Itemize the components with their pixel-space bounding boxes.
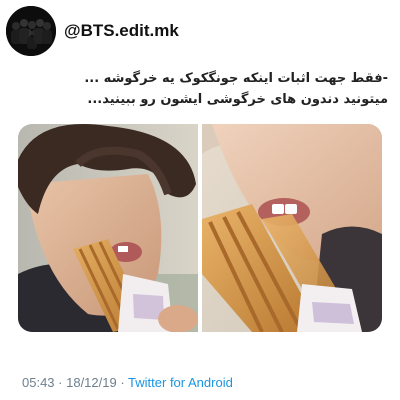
tweet-metadata: 05:43 · 18/12/19 · Twitter for Android (22, 375, 233, 390)
group-photo-avatar-icon (6, 6, 56, 56)
tweet-text-line-1: -فقط جهت اثبات اینکه جونگکوک یه خرگوشه .… (84, 71, 388, 86)
meta-separator: · (116, 375, 129, 390)
account-handle[interactable]: @BTS.edit.mk (64, 21, 179, 41)
tweet-source-link[interactable]: Twitter for Android (128, 375, 233, 390)
tweet-time[interactable]: 05:43 (22, 375, 55, 390)
tweet-header: @BTS.edit.mk (6, 6, 179, 56)
photo-left[interactable] (18, 124, 198, 332)
tweet-text-line-2: میتونید دندون های خرگوشی ایشون رو ببینید… (87, 92, 388, 107)
person-eating-churro-icon (18, 124, 198, 332)
photo-right[interactable] (202, 124, 382, 332)
closeup-eating-churro-icon (202, 124, 382, 332)
tweet-date[interactable]: 18/12/19 (66, 375, 117, 390)
avatar[interactable] (6, 6, 56, 56)
tweet-text: -فقط جهت اثبات اینکه جونگکوک یه خرگوشه .… (12, 68, 388, 110)
meta-separator: · (54, 375, 67, 390)
tweet-media[interactable] (18, 124, 382, 332)
tweet-card: @BTS.edit.mk -فقط جهت اثبات اینکه جونگکو… (0, 0, 400, 400)
